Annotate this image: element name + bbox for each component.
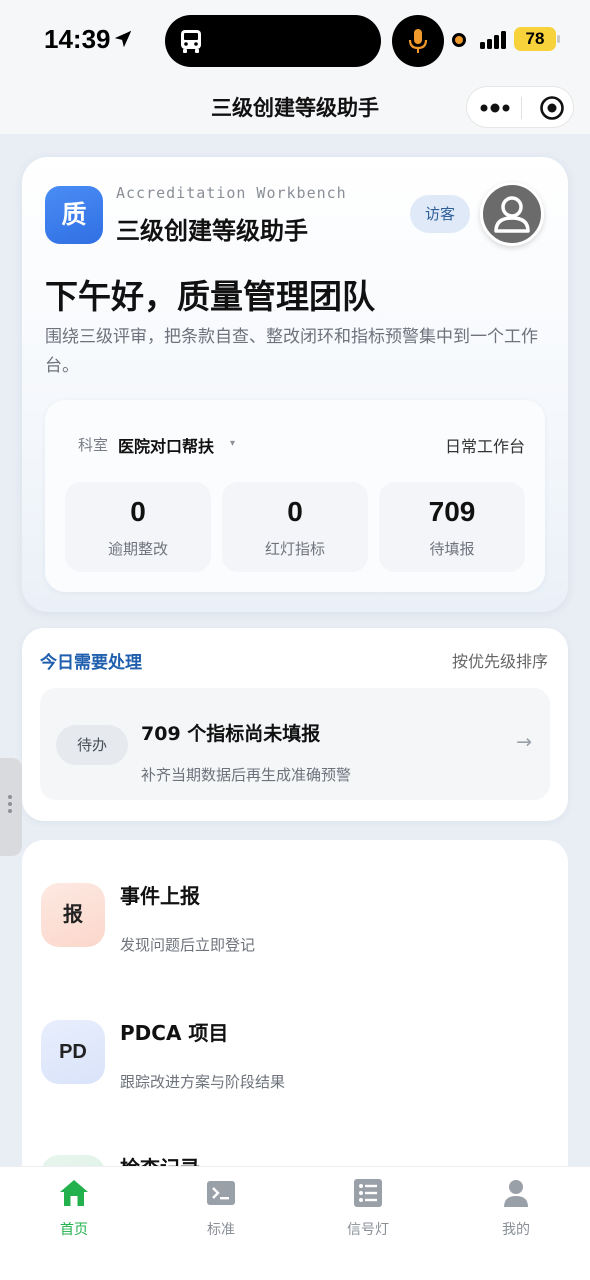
list-icon [354, 1179, 382, 1207]
tab-label: 信号灯 [347, 1222, 389, 1238]
sort-by-priority-button[interactable]: 按优先级排序 [452, 648, 548, 672]
tab-signal-lights[interactable]: 信号灯 [318, 1177, 418, 1247]
stat-label: 待填报 [429, 540, 475, 558]
action-title-pdca-project[interactable]: PDCA 项目 [120, 1017, 228, 1046]
arrow-right-icon: → [516, 731, 532, 753]
stat-pending-fill[interactable]: 709 待填报 [379, 482, 525, 572]
tab-label: 标准 [207, 1222, 235, 1238]
action-desc-pdca-project: 跟踪改进方案与阶段结果 [120, 1073, 286, 1091]
stat-red-light-indicators[interactable]: 0 红灯指标 [222, 482, 368, 572]
tab-bar: 首页 标准 信号灯 我的 [0, 1166, 590, 1280]
tab-standards[interactable]: 标准 [171, 1177, 271, 1247]
tab-label: 首页 [60, 1222, 88, 1238]
avatar[interactable] [480, 182, 544, 246]
daily-workbench-link[interactable]: 日常工作台 [445, 433, 525, 457]
stat-value: 709 [428, 496, 476, 527]
task-item[interactable]: 待办 709 个指标尚未填报 补齐当期数据后再生成准确预警 → [40, 688, 550, 800]
recording-dot-icon [452, 33, 466, 47]
microphone-icon [408, 29, 428, 53]
hero-app-title: 三级创建等级助手 [116, 217, 308, 245]
battery-icon: 78 [514, 27, 556, 51]
quick-actions-card: 报 事件上报 发现问题后立即登记 PD PDCA 项目 跟踪改进方案与阶段结果 … [22, 840, 568, 1170]
department-label: 科室 [78, 436, 109, 454]
tab-mine[interactable]: 我的 [466, 1177, 566, 1247]
hero-card: 质 Accreditation Workbench 三级创建等级助手 访客 下午… [22, 157, 568, 612]
side-drawer-handle[interactable] [0, 758, 22, 856]
user-avatar-icon [494, 196, 530, 233]
stat-value: 0 [130, 496, 146, 527]
chevron-down-icon[interactable]: ▾ [230, 438, 235, 449]
action-title-incident-report[interactable]: 事件上报 [120, 880, 200, 909]
microphone-indicator [392, 15, 444, 67]
terminal-icon [207, 1181, 235, 1205]
stat-value: 0 [287, 496, 303, 527]
pdca-project-icon[interactable]: PD [41, 1020, 105, 1084]
greeting-heading: 下午好，质量管理团队 [45, 277, 375, 316]
stats-panel: 科室 医院对口帮扶 ▾ 日常工作台 0 逾期整改 0 红灯指标 709 待填报 [45, 400, 545, 592]
status-time: 14:39 [44, 24, 111, 54]
stat-label: 逾期整改 [107, 540, 168, 558]
task-title: 709 个指标尚未填报 [141, 723, 321, 745]
brand-logo: 质 [45, 186, 103, 244]
guest-badge[interactable]: 访客 [410, 195, 470, 233]
dynamic-island [165, 15, 381, 67]
intro-text: 围绕三级评审，把条款自查、整改闭环和指标预警集中到一个工作台。 [45, 327, 538, 376]
home-icon [60, 1180, 88, 1206]
nav-bar: 三级创建等级助手 [0, 82, 590, 134]
tab-home[interactable]: 首页 [24, 1177, 124, 1247]
capsule-divider [521, 97, 522, 119]
hero-subtitle: Accreditation Workbench [116, 184, 347, 202]
today-tasks-card: 今日需要处理 按优先级排序 待办 709 个指标尚未填报 补齐当期数据后再生成准… [22, 628, 568, 821]
today-title: 今日需要处理 [40, 653, 142, 673]
drag-handle-icon [8, 795, 12, 816]
stat-overdue-rectification[interactable]: 0 逾期整改 [65, 482, 211, 572]
todo-badge: 待办 [56, 725, 128, 765]
tab-label: 我的 [502, 1222, 530, 1238]
signal-icon [480, 31, 506, 49]
incident-report-icon[interactable]: 报 [41, 883, 105, 947]
status-bar: 14:39 78 [0, 0, 590, 82]
close-target-icon[interactable] [539, 95, 565, 121]
department-selector[interactable]: 医院对口帮扶 [118, 433, 214, 457]
task-description: 补齐当期数据后再生成准确预警 [141, 766, 352, 784]
bus-icon [181, 30, 201, 53]
location-arrow-icon [114, 30, 132, 48]
more-dots-icon[interactable] [479, 100, 511, 116]
user-icon [504, 1180, 528, 1207]
battery-tip [557, 35, 560, 43]
action-desc-incident-report: 发现问题后立即登记 [120, 936, 256, 954]
mini-program-capsule [466, 86, 574, 128]
stat-label: 红灯指标 [264, 540, 325, 558]
